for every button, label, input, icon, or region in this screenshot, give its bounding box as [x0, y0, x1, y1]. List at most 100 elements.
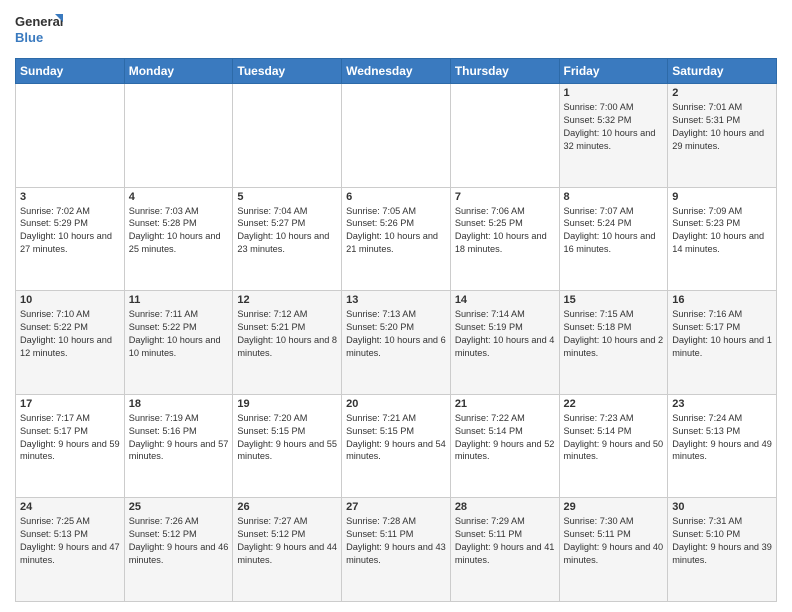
cell-content: Sunrise: 7:11 AMSunset: 5:22 PMDaylight:…	[129, 308, 229, 360]
day-number: 4	[129, 191, 229, 203]
cell-content: Sunrise: 7:20 AMSunset: 5:15 PMDaylight:…	[237, 412, 337, 464]
calendar-cell: 2 Sunrise: 7:01 AMSunset: 5:31 PMDaylight…	[668, 84, 777, 188]
calendar-cell: 21 Sunrise: 7:22 AMSunset: 5:14 PMDayligh…	[450, 394, 559, 498]
day-number: 12	[237, 294, 337, 306]
calendar-cell: 30 Sunrise: 7:31 AMSunset: 5:10 PMDayligh…	[668, 498, 777, 602]
calendar-cell: 3 Sunrise: 7:02 AMSunset: 5:29 PMDaylight…	[16, 187, 125, 291]
header: General Blue	[15, 10, 777, 50]
day-number: 22	[564, 398, 664, 410]
day-number: 25	[129, 501, 229, 513]
cell-content: Sunrise: 7:06 AMSunset: 5:25 PMDaylight:…	[455, 205, 555, 257]
cell-content: Sunrise: 7:16 AMSunset: 5:17 PMDaylight:…	[672, 308, 772, 360]
calendar-cell: 28 Sunrise: 7:29 AMSunset: 5:11 PMDayligh…	[450, 498, 559, 602]
day-number: 2	[672, 87, 772, 99]
cell-content: Sunrise: 7:27 AMSunset: 5:12 PMDaylight:…	[237, 515, 337, 567]
day-header-friday: Friday	[559, 59, 668, 84]
day-number: 10	[20, 294, 120, 306]
day-number: 18	[129, 398, 229, 410]
page: General Blue SundayMondayTuesdayWednesda…	[0, 0, 792, 612]
cell-content: Sunrise: 7:15 AMSunset: 5:18 PMDaylight:…	[564, 308, 664, 360]
calendar-cell: 19 Sunrise: 7:20 AMSunset: 5:15 PMDayligh…	[233, 394, 342, 498]
day-number: 27	[346, 501, 446, 513]
calendar-cell: 9Sunrise: 7:09 AMSunset: 5:23 PMDaylight…	[668, 187, 777, 291]
calendar-cell: 8 Sunrise: 7:07 AMSunset: 5:24 PMDaylight…	[559, 187, 668, 291]
calendar-cell: 13 Sunrise: 7:13 AMSunset: 5:20 PMDayligh…	[342, 291, 451, 395]
cell-content: Sunrise: 7:00 AMSunset: 5:32 PMDaylight:…	[564, 101, 664, 153]
cell-content: Sunrise: 7:05 AMSunset: 5:26 PMDaylight:…	[346, 205, 446, 257]
day-header-wednesday: Wednesday	[342, 59, 451, 84]
logo: General Blue	[15, 10, 65, 50]
day-number: 19	[237, 398, 337, 410]
day-number: 26	[237, 501, 337, 513]
day-number: 21	[455, 398, 555, 410]
cell-content: Sunrise: 7:07 AMSunset: 5:24 PMDaylight:…	[564, 205, 664, 257]
cell-content: Sunrise: 7:30 AMSunset: 5:11 PMDaylight:…	[564, 515, 664, 567]
cell-content: Sunrise: 7:28 AMSunset: 5:11 PMDaylight:…	[346, 515, 446, 567]
cell-content: Sunrise: 7:29 AMSunset: 5:11 PMDaylight:…	[455, 515, 555, 567]
cell-content: Sunrise: 7:24 AMSunset: 5:13 PMDaylight:…	[672, 412, 772, 464]
day-number: 5	[237, 191, 337, 203]
cell-content: Sunrise: 7:01 AMSunset: 5:31 PMDaylight:…	[672, 101, 772, 153]
day-header-monday: Monday	[124, 59, 233, 84]
cell-content: Sunrise: 7:09 AMSunset: 5:23 PMDaylight:…	[672, 205, 772, 257]
day-number: 8	[564, 191, 664, 203]
cell-content: Sunrise: 7:04 AMSunset: 5:27 PMDaylight:…	[237, 205, 337, 257]
day-header-saturday: Saturday	[668, 59, 777, 84]
day-header-sunday: Sunday	[16, 59, 125, 84]
calendar-cell: 11 Sunrise: 7:11 AMSunset: 5:22 PMDayligh…	[124, 291, 233, 395]
day-header-thursday: Thursday	[450, 59, 559, 84]
day-number: 17	[20, 398, 120, 410]
day-number: 28	[455, 501, 555, 513]
svg-text:Blue: Blue	[15, 30, 43, 45]
day-header-tuesday: Tuesday	[233, 59, 342, 84]
calendar-cell: 16 Sunrise: 7:16 AMSunset: 5:17 PMDayligh…	[668, 291, 777, 395]
cell-content: Sunrise: 7:17 AMSunset: 5:17 PMDaylight:…	[20, 412, 120, 464]
cell-content: Sunrise: 7:14 AMSunset: 5:19 PMDaylight:…	[455, 308, 555, 360]
calendar-cell: 12 Sunrise: 7:12 AMSunset: 5:21 PMDayligh…	[233, 291, 342, 395]
day-number: 3	[20, 191, 120, 203]
calendar-cell: 24Sunrise: 7:25 AMSunset: 5:13 PMDayligh…	[16, 498, 125, 602]
day-number: 1	[564, 87, 664, 99]
calendar-cell: 29 Sunrise: 7:30 AMSunset: 5:11 PMDayligh…	[559, 498, 668, 602]
cell-content: Sunrise: 7:13 AMSunset: 5:20 PMDaylight:…	[346, 308, 446, 360]
calendar-cell	[233, 84, 342, 188]
cell-content: Sunrise: 7:12 AMSunset: 5:21 PMDaylight:…	[237, 308, 337, 360]
cell-content: Sunrise: 7:31 AMSunset: 5:10 PMDaylight:…	[672, 515, 772, 567]
calendar-cell: 18 Sunrise: 7:19 AMSunset: 5:16 PMDayligh…	[124, 394, 233, 498]
day-number: 11	[129, 294, 229, 306]
calendar-cell: 20 Sunrise: 7:21 AMSunset: 5:15 PMDayligh…	[342, 394, 451, 498]
calendar-cell: 1 Sunrise: 7:00 AMSunset: 5:32 PMDaylight…	[559, 84, 668, 188]
day-number: 30	[672, 501, 772, 513]
calendar-table: SundayMondayTuesdayWednesdayThursdayFrid…	[15, 58, 777, 602]
calendar-cell: 17 Sunrise: 7:17 AMSunset: 5:17 PMDayligh…	[16, 394, 125, 498]
calendar-cell: 26 Sunrise: 7:27 AMSunset: 5:12 PMDayligh…	[233, 498, 342, 602]
cell-content: Sunrise: 7:22 AMSunset: 5:14 PMDaylight:…	[455, 412, 555, 464]
cell-content: Sunrise: 7:02 AMSunset: 5:29 PMDaylight:…	[20, 205, 120, 257]
cell-content: Sunrise: 7:10 AMSunset: 5:22 PMDaylight:…	[20, 308, 120, 360]
day-number: 16	[672, 294, 772, 306]
calendar-cell	[450, 84, 559, 188]
day-number: 23	[672, 398, 772, 410]
calendar-cell: 5 Sunrise: 7:04 AMSunset: 5:27 PMDaylight…	[233, 187, 342, 291]
calendar-cell: 10 Sunrise: 7:10 AMSunset: 5:22 PMDayligh…	[16, 291, 125, 395]
cell-content: Sunrise: 7:21 AMSunset: 5:15 PMDaylight:…	[346, 412, 446, 464]
cell-content: Sunrise: 7:03 AMSunset: 5:28 PMDaylight:…	[129, 205, 229, 257]
calendar-cell: 14Sunrise: 7:14 AMSunset: 5:19 PMDayligh…	[450, 291, 559, 395]
day-number: 15	[564, 294, 664, 306]
calendar-cell: 7 Sunrise: 7:06 AMSunset: 5:25 PMDaylight…	[450, 187, 559, 291]
calendar-cell: 15 Sunrise: 7:15 AMSunset: 5:18 PMDayligh…	[559, 291, 668, 395]
day-number: 7	[455, 191, 555, 203]
day-number: 13	[346, 294, 446, 306]
calendar-cell: 27 Sunrise: 7:28 AMSunset: 5:11 PMDayligh…	[342, 498, 451, 602]
logo-svg: General Blue	[15, 10, 65, 50]
calendar-cell: 4 Sunrise: 7:03 AMSunset: 5:28 PMDaylight…	[124, 187, 233, 291]
calendar-cell: 23 Sunrise: 7:24 AMSunset: 5:13 PMDayligh…	[668, 394, 777, 498]
calendar-cell: 22Sunrise: 7:23 AMSunset: 5:14 PMDayligh…	[559, 394, 668, 498]
day-number: 29	[564, 501, 664, 513]
cell-content: Sunrise: 7:25 AMSunset: 5:13 PMDaylight:…	[20, 515, 120, 567]
calendar-cell	[124, 84, 233, 188]
cell-content: Sunrise: 7:19 AMSunset: 5:16 PMDaylight:…	[129, 412, 229, 464]
calendar-cell: 25Sunrise: 7:26 AMSunset: 5:12 PMDayligh…	[124, 498, 233, 602]
day-number: 20	[346, 398, 446, 410]
calendar-cell: 6Sunrise: 7:05 AMSunset: 5:26 PMDaylight…	[342, 187, 451, 291]
